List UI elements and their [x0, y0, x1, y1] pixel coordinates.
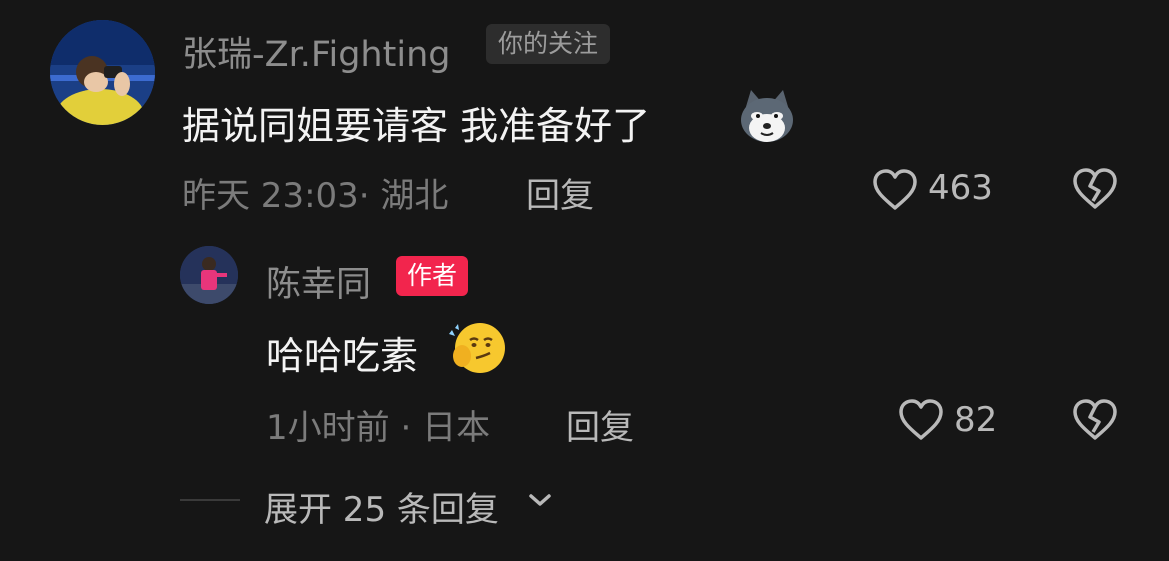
broken-heart-icon [1073, 399, 1117, 440]
chevron-down-icon[interactable] [528, 491, 552, 509]
heart-icon [873, 169, 917, 210]
expand-replies-button[interactable]: 展开 25 条回复 [264, 482, 499, 531]
reply-dislike-button[interactable] [1072, 398, 1118, 442]
commenter-username[interactable]: 张瑞-Zr.Fighting [182, 26, 450, 77]
expand-replies-label: 展开 25 条回复 [264, 490, 499, 530]
smirk-thinking-emoji [446, 320, 508, 376]
comment-text: 据说同姐要请客 我准备好了 [182, 104, 651, 148]
author-username[interactable]: 陈幸同 [266, 256, 371, 307]
commenter-avatar[interactable] [50, 20, 155, 125]
like-button[interactable] [872, 168, 918, 212]
dislike-button[interactable] [1072, 167, 1118, 211]
reply-like-count: 82 [954, 400, 998, 440]
divider-line [180, 499, 240, 501]
heart-icon [899, 399, 943, 440]
reply-text: 哈哈吃素 [266, 334, 419, 378]
reply-like-button[interactable] [898, 398, 944, 442]
author-avatar[interactable] [180, 246, 238, 304]
husky-dog-emoji [737, 88, 797, 144]
reply-button[interactable]: 回复 [526, 168, 594, 217]
like-count: 463 [928, 168, 993, 208]
author-badge: 作者 [396, 256, 469, 296]
broken-heart-icon [1073, 168, 1117, 209]
reply-to-reply-button[interactable]: 回复 [566, 400, 634, 449]
reply-timestamp: 1小时前 · 日本 [266, 408, 491, 448]
following-badge: 你的关注 [486, 24, 611, 64]
comment-timestamp: 昨天 23:03· 湖北 [182, 176, 449, 216]
